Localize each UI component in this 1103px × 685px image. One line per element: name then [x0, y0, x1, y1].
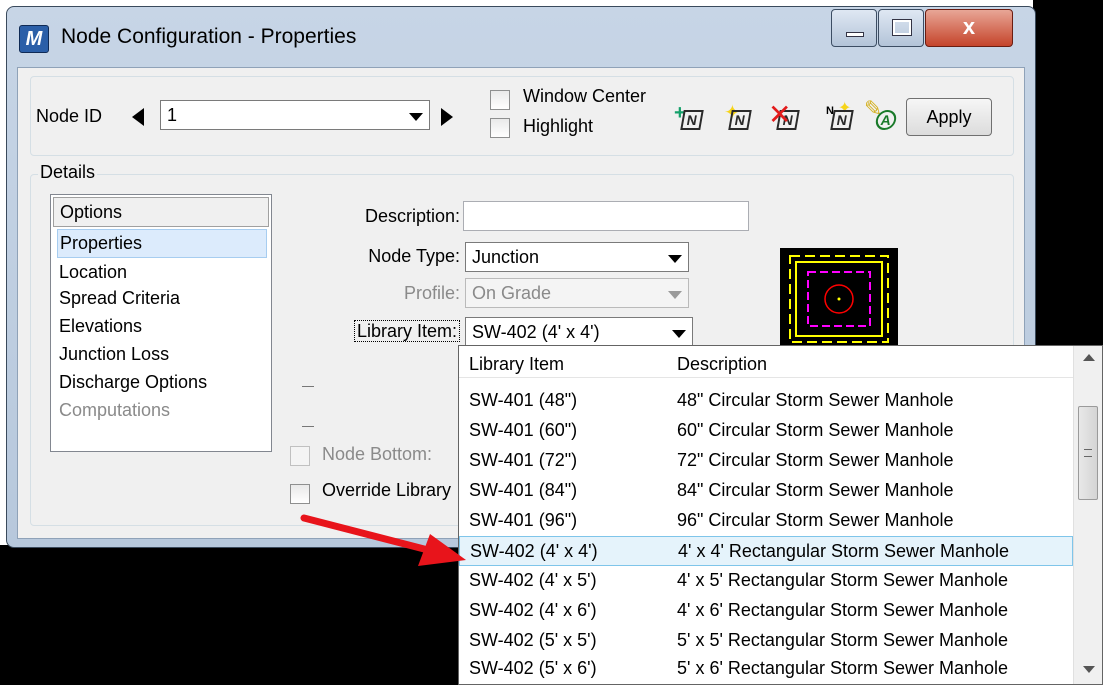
library-item-dropdown-list[interactable]: Library Item Description SW-401 (48") 48…: [458, 345, 1103, 685]
column-header-library-item: Library Item: [469, 354, 565, 374]
description-cell: 4' x 4' Rectangular Storm Sewer Manhole: [678, 541, 1010, 561]
highlight-node-icon[interactable]: ✦ N: [722, 102, 758, 134]
dropdown-scrollbar[interactable]: [1073, 346, 1102, 684]
chevron-down-icon: [672, 330, 686, 338]
library-row[interactable]: SW-401 (72") 72" Circular Storm Sewer Ma…: [459, 446, 1073, 476]
divider: [302, 426, 314, 427]
library-row-selected[interactable]: SW-402 (4' x 4') 4' x 4' Rectangular Sto…: [459, 536, 1073, 566]
library-item-cell: SW-402 (4' x 5'): [469, 570, 597, 590]
library-row[interactable]: SW-402 (5' x 5') 5' x 5' Rectangular Sto…: [459, 626, 1073, 656]
library-row[interactable]: SW-401 (60") 60" Circular Storm Sewer Ma…: [459, 416, 1073, 446]
chevron-down-icon: [409, 113, 423, 121]
column-header-description: Description: [677, 354, 768, 374]
chevron-down-icon: [668, 255, 682, 263]
highlight-label: Highlight: [523, 116, 594, 136]
option-spread-criteria[interactable]: Spread Criteria: [57, 285, 267, 314]
title-bar[interactable]: M Node Configuration - Properties x: [7, 7, 1035, 67]
details-legend: Details: [38, 162, 98, 183]
window-center-checkbox[interactable]: [490, 90, 510, 110]
library-row[interactable]: SW-402 (4' x 5') 4' x 5' Rectangular Sto…: [459, 566, 1073, 596]
library-row[interactable]: SW-401 (84") 84" Circular Storm Sewer Ma…: [459, 476, 1073, 506]
add-node-icon[interactable]: + N: [674, 102, 710, 134]
apply-button[interactable]: Apply: [906, 98, 992, 136]
node-id-label: Node ID: [36, 106, 103, 126]
description-cell: 4' x 6' Rectangular Storm Sewer Manhole: [677, 600, 1009, 620]
library-item-cell: SW-401 (60"): [469, 420, 578, 440]
window-center-label: Window Center: [523, 86, 647, 106]
option-properties[interactable]: Properties: [57, 229, 267, 258]
microstation-logo-icon: M: [19, 25, 49, 53]
scroll-down-arrow-icon[interactable]: [1083, 666, 1095, 673]
node-type-label: Node Type:: [368, 246, 460, 266]
option-computations: Computations: [59, 400, 171, 420]
dropdown-header: Library Item Description: [459, 346, 1073, 378]
close-button[interactable]: x: [925, 9, 1013, 47]
previous-node-arrow-icon[interactable]: [132, 108, 144, 126]
library-item-cell: SW-401 (84"): [469, 480, 578, 500]
node-bottom-checkbox: [290, 446, 310, 466]
manhole-preview-image: [780, 248, 898, 352]
library-item-dropdown[interactable]: SW-402 (4' x 4'): [465, 317, 693, 347]
red-callout-arrow-icon: [300, 514, 466, 566]
maximize-button[interactable]: [878, 9, 924, 47]
description-cell: 4' x 5' Rectangular Storm Sewer Manhole: [677, 570, 1009, 590]
library-item-label: Library Item:: [320, 320, 460, 342]
library-item-cell: SW-402 (4' x 4'): [470, 541, 598, 561]
node-id-dropdown[interactable]: 1: [160, 100, 430, 130]
next-node-arrow-icon[interactable]: [441, 108, 453, 126]
description-cell: 48" Circular Storm Sewer Manhole: [677, 390, 954, 410]
override-library-label: Override Library: [322, 480, 452, 500]
library-row[interactable]: SW-401 (96") 96" Circular Storm Sewer Ma…: [459, 506, 1073, 536]
description-cell: 96" Circular Storm Sewer Manhole: [677, 510, 954, 530]
minimize-button[interactable]: [831, 9, 877, 47]
scroll-up-arrow-icon[interactable]: [1083, 354, 1095, 361]
annotate-node-icon[interactable]: ✎ A: [864, 96, 904, 134]
grip-icon: [1084, 449, 1092, 457]
library-row[interactable]: SW-402 (4' x 6') 4' x 6' Rectangular Sto…: [459, 596, 1073, 626]
highlight-checkbox[interactable]: [490, 118, 510, 138]
node-id-value: 1: [167, 105, 178, 125]
close-icon: x: [962, 14, 976, 39]
library-item-cell: SW-402 (4' x 6'): [469, 600, 597, 620]
options-header: Options: [53, 197, 269, 227]
description-label: Description:: [364, 206, 460, 226]
option-elevations[interactable]: Elevations: [57, 313, 267, 342]
library-item-cell: SW-402 (5' x 5'): [469, 630, 597, 650]
label-node-icon[interactable]: N ✦ N: [824, 100, 860, 134]
library-item-cell: SW-402 (5' x 6'): [469, 658, 597, 678]
description-cell: 5' x 5' Rectangular Storm Sewer Manhole: [677, 630, 1009, 650]
option-junction-loss[interactable]: Junction Loss: [57, 341, 267, 370]
description-input[interactable]: [463, 201, 749, 231]
library-item-cell: SW-401 (72"): [469, 450, 578, 470]
node-type-dropdown[interactable]: Junction: [465, 242, 689, 272]
description-cell: 5' x 6' Rectangular Storm Sewer Manhole: [677, 658, 1009, 678]
library-row[interactable]: SW-401 (48") 48" Circular Storm Sewer Ma…: [459, 386, 1073, 416]
library-item-cell: SW-401 (96"): [469, 510, 578, 530]
library-item-value: SW-402 (4' x 4'): [472, 322, 600, 342]
library-item-cell: SW-401 (48"): [469, 390, 578, 410]
option-discharge-options[interactable]: Discharge Options: [57, 369, 267, 398]
chevron-down-icon: [668, 291, 682, 299]
library-row[interactable]: SW-402 (5' x 6') 5' x 6' Rectangular Sto…: [459, 654, 1073, 684]
node-bottom-label: Node Bottom:: [322, 444, 433, 464]
profile-dropdown: On Grade: [465, 278, 689, 308]
description-cell: 60" Circular Storm Sewer Manhole: [677, 420, 954, 440]
divider: [302, 386, 314, 387]
profile-value: On Grade: [472, 283, 552, 303]
override-library-checkbox[interactable]: [290, 484, 310, 504]
options-list[interactable]: Options Properties Location Spread Crite…: [50, 194, 272, 452]
scrollbar-thumb[interactable]: [1078, 406, 1098, 500]
window-title: Node Configuration - Properties: [61, 25, 357, 48]
description-cell: 72" Circular Storm Sewer Manhole: [677, 450, 954, 470]
node-type-value: Junction: [472, 247, 540, 267]
profile-label: Profile:: [403, 283, 460, 303]
option-location[interactable]: Location: [57, 259, 267, 288]
delete-node-icon[interactable]: N ✕: [768, 100, 806, 134]
description-cell: 84" Circular Storm Sewer Manhole: [677, 480, 954, 500]
